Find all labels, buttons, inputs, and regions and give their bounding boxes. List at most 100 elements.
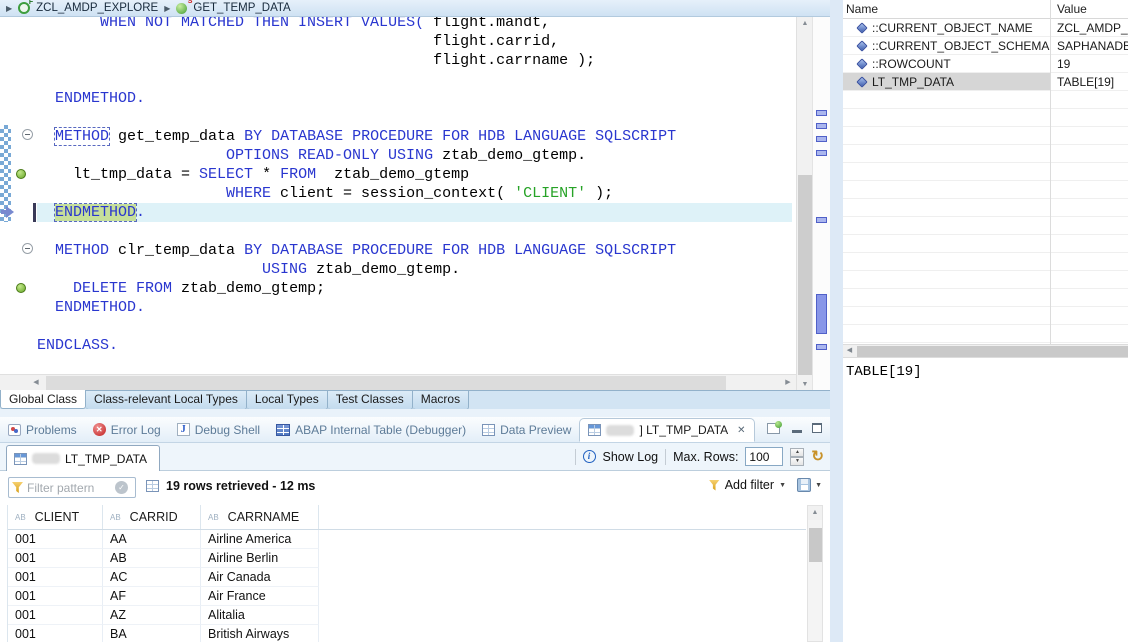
data-preview-subtab[interactable]: LT_TMP_DATA — [6, 445, 160, 471]
table-cell[interactable]: Airline Berlin — [201, 549, 319, 568]
column-header-carrid[interactable]: ABCARRID — [103, 505, 201, 529]
table-row[interactable]: 001ABAirline Berlin — [8, 549, 806, 568]
scroll-up-icon[interactable]: ▲ — [797, 17, 813, 31]
code-line[interactable] — [37, 70, 792, 89]
code-line[interactable]: METHOD clr_temp_data BY DATABASE PROCEDU… — [37, 241, 792, 260]
editor-tab-test-classes[interactable]: Test Classes — [328, 391, 413, 410]
code-line[interactable]: USING ztab_demo_gtemp. — [37, 260, 792, 279]
scroll-right-icon[interactable]: ▶ — [780, 375, 796, 391]
table-cell[interactable]: AZ — [103, 606, 201, 625]
max-rows-stepper[interactable]: ▲ ▼ — [790, 448, 804, 466]
scrollbar-thumb[interactable] — [46, 376, 726, 390]
code-line[interactable]: WHERE client = session_context( 'CLIENT'… — [37, 184, 792, 203]
table-row[interactable]: 001AFAir France — [8, 587, 806, 606]
table-cell[interactable]: AB — [103, 549, 201, 568]
table-cell[interactable]: 001 — [8, 606, 103, 625]
view-tab-data-preview[interactable]: Data Preview — [474, 417, 579, 442]
table-row[interactable]: 001AAAirline America — [8, 530, 806, 549]
column-header-name[interactable]: Name — [846, 2, 878, 16]
code-line[interactable] — [37, 317, 792, 336]
table-cell[interactable]: AF — [103, 587, 201, 606]
filter-input-box[interactable] — [8, 477, 136, 498]
ruler-annotation[interactable] — [816, 294, 827, 334]
fold-collapse-icon[interactable] — [22, 129, 33, 140]
view-tab-debug-shell[interactable]: Debug Shell — [169, 417, 268, 442]
column-header-value[interactable]: Value — [1057, 2, 1087, 16]
column-divider[interactable] — [1050, 0, 1051, 344]
table-cell[interactable]: BA — [103, 625, 201, 642]
scroll-left-icon[interactable]: ◀ — [843, 345, 856, 357]
result-table[interactable]: ABCLIENTABCARRIDABCARRNAME 001AAAirline … — [7, 505, 806, 642]
table-cell[interactable]: 001 — [8, 568, 103, 587]
editor-tab-macros[interactable]: Macros — [413, 391, 469, 410]
code-line[interactable]: OPTIONS READ-ONLY USING ztab_demo_gtemp. — [37, 146, 792, 165]
dropdown-icon[interactable]: ▼ — [779, 482, 786, 489]
table-cell[interactable]: 001 — [8, 587, 103, 606]
code-line[interactable]: ENDCLASS. — [37, 336, 792, 355]
code-line[interactable]: ENDMETHOD. — [37, 298, 792, 317]
code-line[interactable] — [37, 222, 792, 241]
ruler-annotation[interactable] — [816, 136, 827, 142]
column-header-client[interactable]: ABCLIENT — [8, 505, 103, 529]
code-line[interactable]: flight.carrid, — [37, 32, 792, 51]
code-line[interactable]: lt_tmp_data = SELECT * FROM ztab_demo_gt… — [37, 165, 792, 184]
filter-input[interactable] — [27, 481, 111, 495]
scroll-up-icon[interactable]: ▲ — [808, 506, 822, 520]
editor-tab-local-types[interactable]: Local Types — [247, 391, 328, 410]
table-cell[interactable]: 001 — [8, 625, 103, 642]
editor-tab-class-relevant-local-types[interactable]: Class-relevant Local Types — [86, 391, 247, 410]
table-row[interactable]: 001ACAir Canada — [8, 568, 806, 587]
code-line[interactable] — [37, 108, 792, 127]
table-cell[interactable]: Air Canada — [201, 568, 319, 587]
dropdown-icon[interactable]: ▼ — [815, 482, 822, 489]
view-tab-abap-internal-table-debugger-[interactable]: ABAP Internal Table (Debugger) — [268, 417, 474, 442]
code-line[interactable]: ENDMETHOD. — [37, 89, 792, 108]
table-cell[interactable]: Air France — [201, 587, 319, 606]
editor-tab-global-class[interactable]: Global Class — [0, 390, 86, 409]
scroll-left-icon[interactable]: ◀ — [28, 375, 44, 391]
refresh-icon[interactable]: ↻ — [811, 449, 824, 464]
variable-row[interactable]: ::CURRENT_OBJECT_SCHEMASAPHANADB — [843, 37, 1128, 55]
export-button[interactable]: ▼ — [797, 478, 822, 492]
code-line[interactable]: WHEN NOT MATCHED THEN INSERT VALUES( fli… — [37, 17, 792, 32]
editor-horizontal-scrollbar[interactable]: ◀ ▶ — [0, 374, 796, 390]
table-row[interactable]: 001AZAlitalia — [8, 606, 806, 625]
variable-row[interactable]: LT_TMP_DATATABLE[19] — [843, 73, 1128, 91]
view-tab--lt-tmp-data[interactable]: ] LT_TMP_DATA✕ — [579, 418, 754, 442]
maximize-icon[interactable] — [812, 423, 822, 433]
breadcrumb-arrow-icon[interactable]: ▶ — [164, 4, 170, 13]
stepper-down-icon[interactable]: ▼ — [790, 457, 804, 466]
view-tab-problems[interactable]: Problems — [0, 417, 85, 442]
view-tab-error-log[interactable]: Error Log — [85, 417, 169, 442]
table-cell[interactable]: 001 — [8, 549, 103, 568]
close-icon[interactable]: ✕ — [737, 425, 745, 436]
stepper-up-icon[interactable]: ▲ — [790, 448, 804, 457]
code-editor[interactable]: WHEN NOT MATCHED THEN INSERT VALUES( fli… — [0, 17, 796, 374]
fold-collapse-icon[interactable] — [22, 243, 33, 254]
editor-vertical-scrollbar[interactable]: ▲ ▼ — [796, 17, 812, 392]
code-line[interactable]: DELETE FROM ztab_demo_gtemp; — [37, 279, 792, 298]
add-filter-button[interactable]: Add filter ▼ — [709, 478, 786, 492]
variables-horizontal-scrollbar[interactable]: ◀ — [843, 344, 1128, 358]
table-cell[interactable]: AA — [103, 530, 201, 549]
apply-filter-icon[interactable] — [115, 481, 128, 494]
code-line[interactable]: ENDMETHOD. — [37, 203, 792, 222]
column-header-carrname[interactable]: ABCARRNAME — [201, 505, 319, 529]
ruler-annotation[interactable] — [816, 344, 827, 350]
ruler-annotation[interactable] — [816, 150, 827, 156]
variable-row[interactable]: ::ROWCOUNT19 — [843, 55, 1128, 73]
max-rows-input[interactable] — [745, 447, 783, 466]
breadcrumb-arrow-icon[interactable]: ▶ — [6, 4, 12, 13]
scrollbar-thumb[interactable] — [857, 346, 1128, 357]
table-cell[interactable]: 001 — [8, 530, 103, 549]
ruler-annotation[interactable] — [816, 217, 827, 223]
table-cell[interactable]: Airline America — [201, 530, 319, 549]
ruler-annotation[interactable] — [816, 110, 827, 116]
ruler-annotation[interactable] — [816, 123, 827, 129]
pin-view-icon[interactable] — [767, 421, 782, 435]
save-icon[interactable] — [797, 478, 811, 492]
minimize-icon[interactable] — [792, 424, 802, 433]
panel-sash[interactable] — [830, 0, 843, 642]
table-cell[interactable]: Alitalia — [201, 606, 319, 625]
table-vertical-scrollbar[interactable]: ▲ — [807, 505, 823, 642]
